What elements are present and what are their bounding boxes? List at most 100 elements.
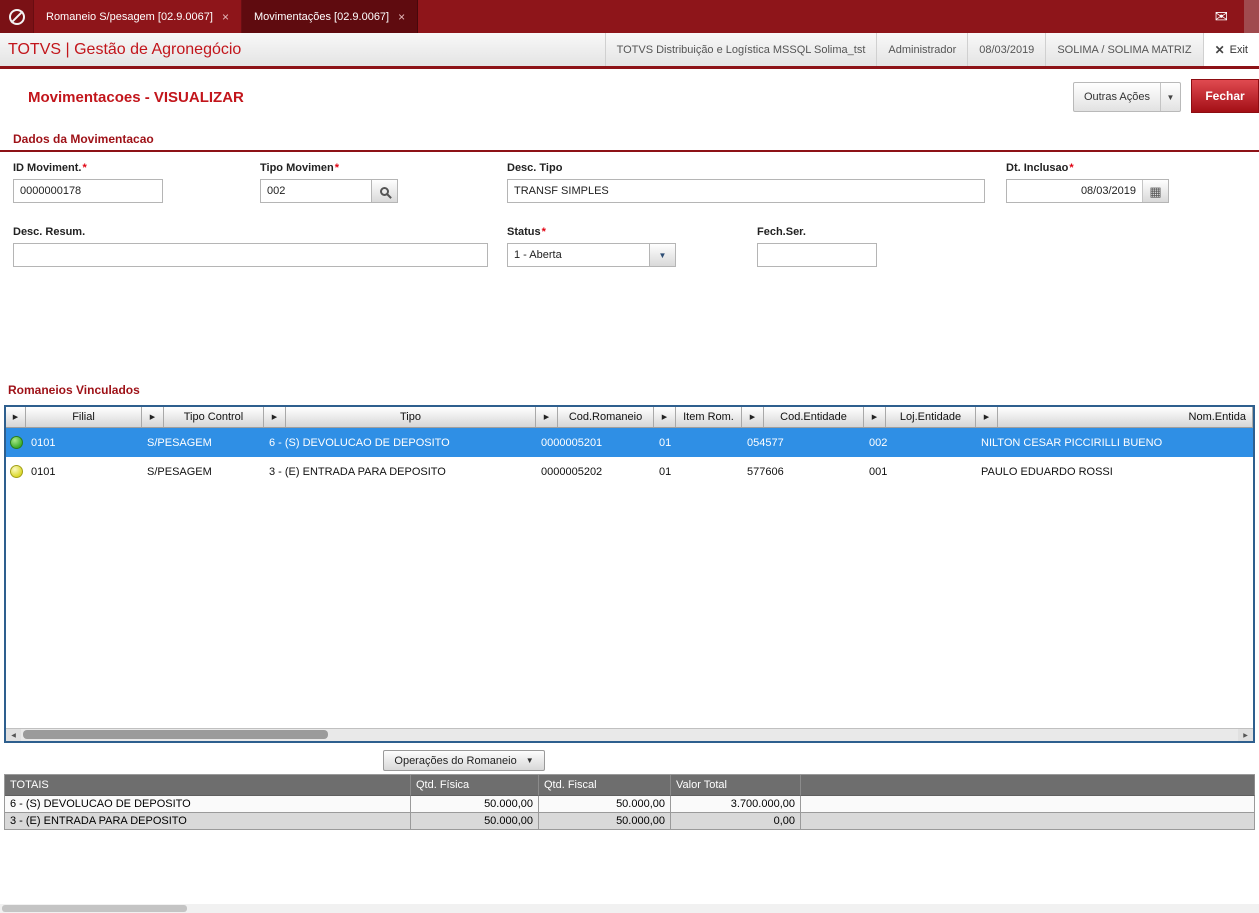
- movement-form: ID Moviment.* Tipo Movimen* Desc. Tipo D…: [0, 152, 1259, 287]
- tab-romaneio-s-pesagem[interactable]: Romaneio S/pesagem [02.9.0067] ×: [34, 0, 242, 33]
- scrollbar-thumb[interactable]: [2, 905, 187, 912]
- brand-title: TOTVS | Gestão de Agronegócio: [8, 40, 242, 58]
- tab-label: Movimentações [02.9.0067]: [253, 10, 390, 23]
- page-title-row: Movimentacoes - VISUALIZAR Outras Ações …: [0, 69, 1259, 126]
- window-tab-bar: Romaneio S/pesagem [02.9.0067] × Movimen…: [0, 0, 1259, 33]
- cell-cod-romaneio: 0000005202: [541, 465, 603, 478]
- dt-inclusao-label: Dt. Inclusao*: [1006, 162, 1074, 174]
- column-header-nom-entidade[interactable]: Nom.Entida: [998, 407, 1253, 427]
- desc-resum-input[interactable]: [13, 243, 488, 267]
- calendar-icon: ▦: [1149, 183, 1162, 199]
- required-mark: *: [334, 162, 340, 174]
- column-header-tipo-control[interactable]: Tipo Control: [164, 407, 264, 427]
- app-header: TOTVS | Gestão de Agronegócio TOTVS Dist…: [0, 33, 1259, 69]
- column-header-item-rom[interactable]: Item Rom.: [676, 407, 742, 427]
- status-yellow-icon: [9, 465, 23, 478]
- cell-cod-romaneio: 0000005201: [541, 436, 603, 449]
- date-picker-button[interactable]: ▦: [1142, 180, 1168, 202]
- cell-tipo: 3 - (E) ENTRADA PARA DEPOSITO: [269, 465, 446, 478]
- page-horizontal-scrollbar[interactable]: [0, 904, 1259, 913]
- cell-cod-entidade: 577606: [747, 465, 784, 478]
- field-tipo-movimen: Tipo Movimen*: [260, 162, 398, 203]
- page-title: Movimentacoes - VISUALIZAR: [28, 89, 244, 106]
- topbar-edge: [1244, 0, 1259, 33]
- totals-qtd-fiscal: 50.000,00: [539, 813, 671, 830]
- required-mark: *: [82, 162, 87, 174]
- tab-label: Romaneio S/pesagem [02.9.0067]: [46, 10, 213, 23]
- totals-label: 3 - (E) ENTRADA PARA DEPOSITO: [5, 813, 411, 830]
- field-desc-resum: Desc. Resum.: [13, 226, 488, 267]
- row-status-cell: [6, 436, 26, 449]
- field-desc-tipo: Desc. Tipo: [507, 162, 985, 203]
- exit-label: Exit: [1229, 43, 1248, 56]
- totvs-logo-icon: [8, 8, 25, 25]
- tipo-movimen-input[interactable]: [260, 179, 372, 203]
- scroll-left-icon[interactable]: ◀: [6, 729, 21, 741]
- totals-header-qtd-fisica: Qtd. Física: [411, 775, 539, 796]
- search-icon: [380, 186, 389, 196]
- id-moviment-input[interactable]: [13, 179, 163, 203]
- totals-qtd-fisica: 50.000,00: [411, 813, 539, 830]
- required-mark: *: [1069, 162, 1074, 174]
- tab-close-icon[interactable]: ×: [398, 10, 405, 24]
- totals-valor-total: 0,00: [671, 813, 801, 830]
- section-title-dados: Dados da Movimentacao: [13, 132, 154, 146]
- tab-close-icon[interactable]: ×: [222, 10, 229, 24]
- fech-ser-input[interactable]: [757, 243, 877, 267]
- other-actions-button[interactable]: Outras Ações ▼: [1072, 82, 1181, 112]
- row-status-cell: [6, 465, 26, 478]
- tipo-movimen-lookup-button[interactable]: [372, 179, 398, 203]
- section-title-romaneios: Romaneios Vinculados: [8, 383, 140, 397]
- totals-qtd-fisica: 50.000,00: [411, 796, 539, 813]
- desc-resum-label: Desc. Resum.: [13, 226, 86, 238]
- chevron-down-icon: ▼: [658, 250, 667, 260]
- cell-filial: 0101: [31, 465, 56, 478]
- column-header-tipo[interactable]: Tipo: [286, 407, 536, 427]
- romaneio-operations-label: Operações do Romaneio: [394, 754, 517, 767]
- table-row[interactable]: 0101 S/PESAGEM 3 - (E) ENTRADA PARA DEPO…: [6, 457, 1253, 486]
- cell-item-rom: 01: [659, 436, 672, 449]
- status-dropdown-button[interactable]: ▼: [650, 243, 676, 267]
- cell-tipo-control: S/PESAGEM: [147, 465, 212, 478]
- tab-movimentacoes[interactable]: Movimentações [02.9.0067] ×: [241, 0, 419, 33]
- totals-table: TOTAIS Qtd. Física Qtd. Fiscal Valor Tot…: [4, 774, 1255, 830]
- totals-header-filler: [801, 775, 1255, 796]
- table-row[interactable]: 0101 S/PESAGEM 6 - (S) DEVOLUCAO DE DEPO…: [6, 428, 1253, 457]
- chevron-down-icon[interactable]: ▼: [1160, 83, 1180, 111]
- column-sort-arrow-icon: ▶: [864, 407, 886, 427]
- mail-icon[interactable]: ✉: [1215, 7, 1228, 27]
- column-header-filial[interactable]: Filial: [26, 407, 142, 427]
- totals-header-row: TOTAIS Qtd. Física Qtd. Fiscal Valor Tot…: [5, 775, 1255, 796]
- column-sort-arrow-icon: ▶: [654, 407, 676, 427]
- app-menu-button[interactable]: [0, 0, 34, 33]
- company-label: SOLIMA / SOLIMA MATRIZ: [1045, 33, 1202, 66]
- close-button[interactable]: Fechar: [1191, 79, 1259, 113]
- romaneio-operations-button[interactable]: Operações do Romaneio ▼: [383, 750, 545, 771]
- desc-tipo-input[interactable]: [507, 179, 985, 203]
- column-header-cod-romaneio[interactable]: Cod.Romaneio: [558, 407, 654, 427]
- cell-filial: 0101: [31, 436, 56, 449]
- totals-filler: [801, 813, 1255, 830]
- column-header-loj-entidade[interactable]: Loj.Entidade: [886, 407, 976, 427]
- field-fech-ser: Fech.Ser.: [757, 226, 877, 267]
- cell-nom-entidade: NILTON CESAR PICCIRILLI BUENO: [981, 436, 1163, 449]
- totals-filler: [801, 796, 1255, 813]
- scrollbar-thumb[interactable]: [23, 730, 328, 739]
- scrollbar-track[interactable]: [21, 729, 1238, 741]
- column-sort-arrow-icon: ▶: [142, 407, 164, 427]
- scroll-right-icon[interactable]: ▶: [1238, 729, 1253, 741]
- column-sort-arrow-icon: ▶: [264, 407, 286, 427]
- cell-loj-entidade: 002: [869, 436, 888, 449]
- other-actions-label: Outras Ações: [1083, 91, 1150, 103]
- cell-cod-entidade: 054577: [747, 436, 784, 449]
- totals-header-valor-total: Valor Total: [671, 775, 801, 796]
- user-label: Administrador: [876, 33, 967, 66]
- field-dt-inclusao: Dt. Inclusao* ▦: [1006, 162, 1169, 203]
- tipo-movimen-label: Tipo Movimen*: [260, 162, 340, 174]
- status-select[interactable]: [507, 243, 650, 267]
- exit-button[interactable]: ✕ Exit: [1202, 33, 1259, 66]
- column-header-cod-entidade[interactable]: Cod.Entidade: [764, 407, 864, 427]
- cell-loj-entidade: 001: [869, 465, 888, 478]
- column-sort-arrow-icon: ▶: [536, 407, 558, 427]
